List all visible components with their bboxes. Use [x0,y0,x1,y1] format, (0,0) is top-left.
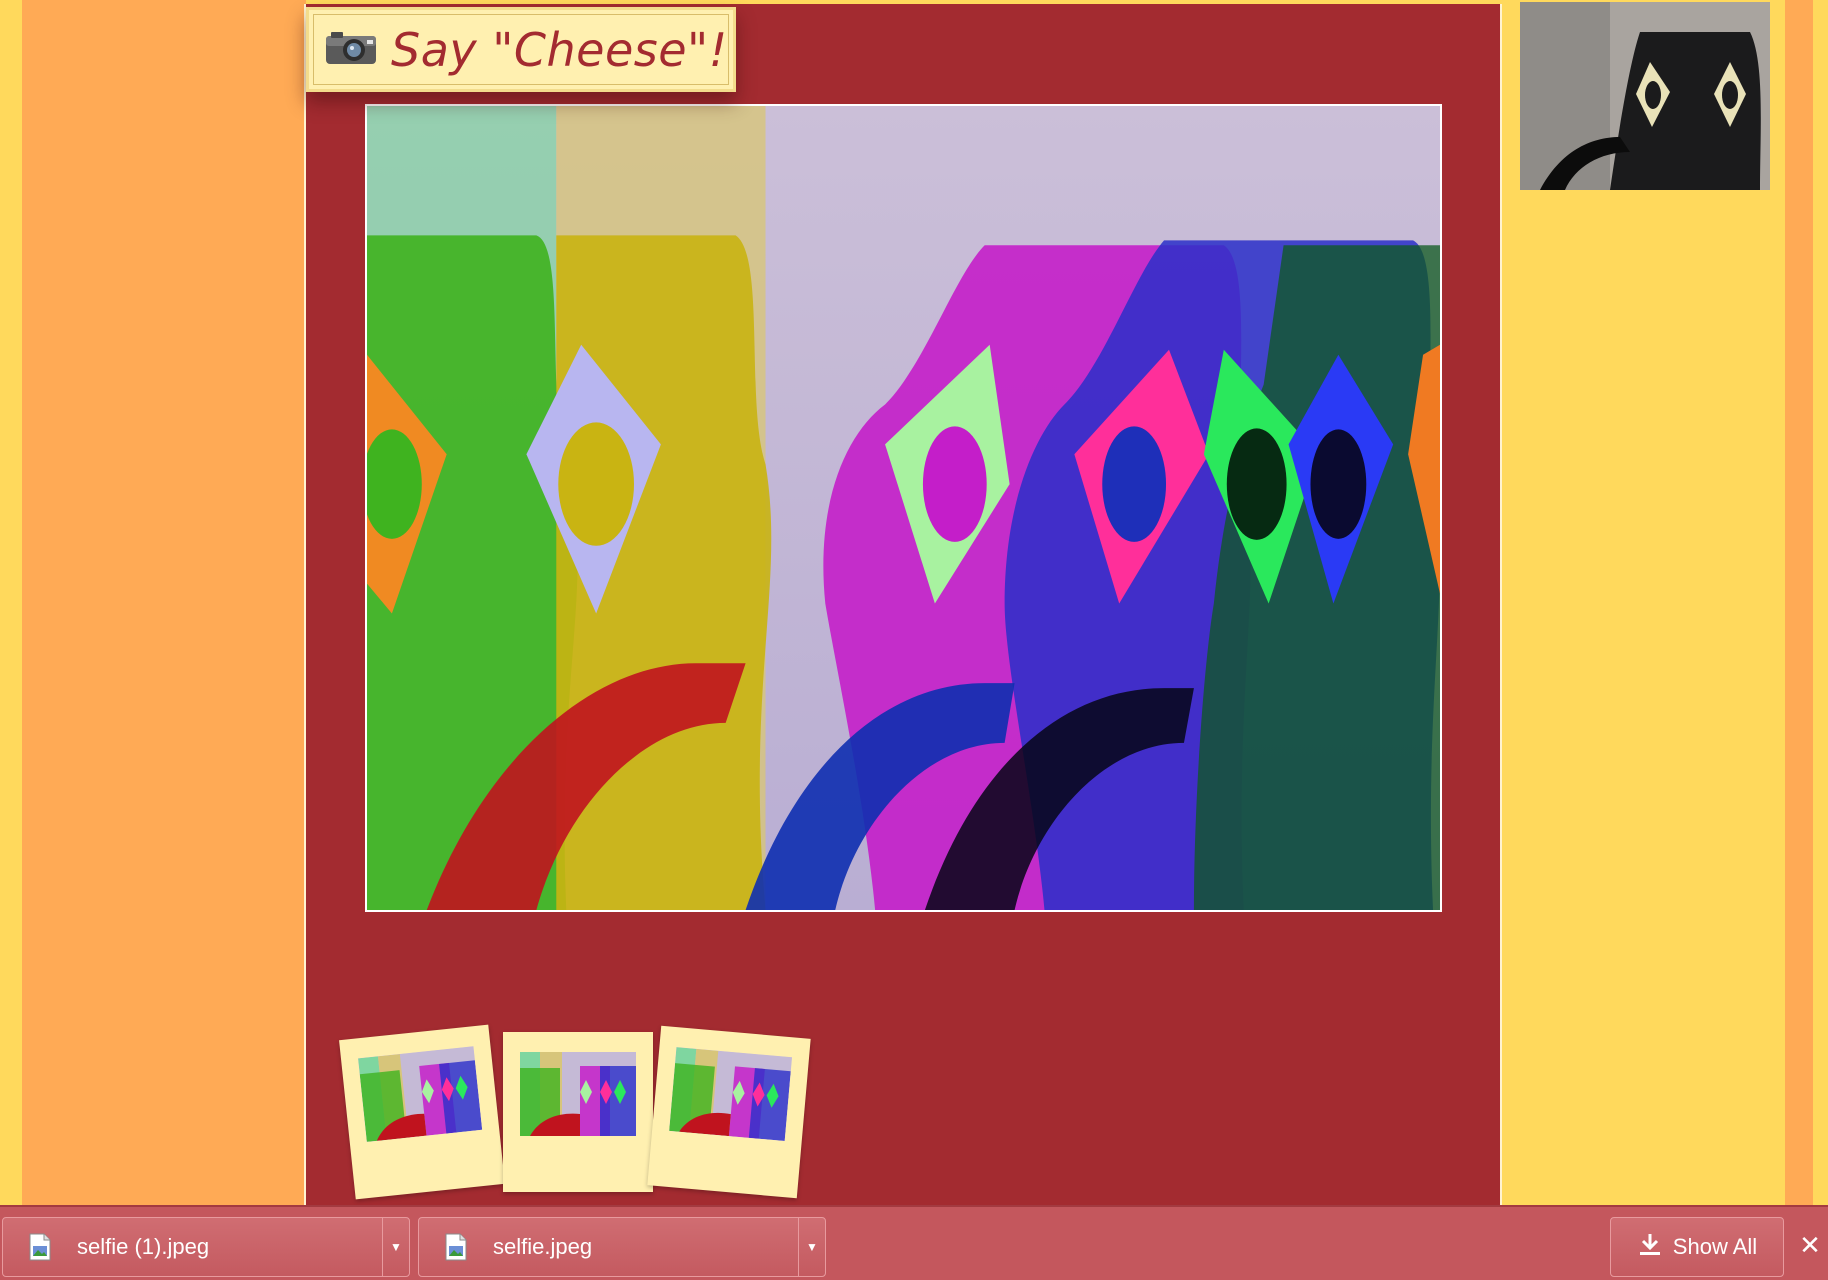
camera-icon [325,31,377,65]
left-background [22,0,306,1205]
chevron-down-icon[interactable]: ▼ [382,1218,409,1276]
show-all-label: Show All [1672,1234,1758,1259]
download-bar: selfie (1).jpeg ▼ selfie.jpeg ▼ Show All… [0,1205,1828,1280]
download-icon [1637,1231,1663,1263]
webcam-preview [1520,2,1770,190]
download-item[interactable]: selfie.jpeg ▼ [418,1217,826,1277]
title-banner: Say "Cheese"! [306,7,736,92]
chevron-down-icon[interactable]: ▼ [798,1218,825,1276]
download-filename: selfie (1).jpeg [77,1234,210,1259]
show-all-button[interactable]: Show All [1610,1217,1784,1277]
selfie-thumbnail-1[interactable] [339,1024,505,1200]
download-item[interactable]: selfie (1).jpeg ▼ [2,1217,410,1277]
captured-photo [365,104,1442,912]
selfie-thumbnail-2[interactable] [503,1032,653,1192]
close-icon[interactable]: ✕ [1796,1225,1824,1265]
right-background-stripe [1785,0,1813,1205]
selfie-thumbnail-3[interactable] [647,1025,811,1199]
scrollbar[interactable] [1813,0,1828,1205]
image-file-icon [445,1233,467,1261]
download-filename: selfie.jpeg [493,1234,593,1259]
image-file-icon [29,1233,51,1261]
